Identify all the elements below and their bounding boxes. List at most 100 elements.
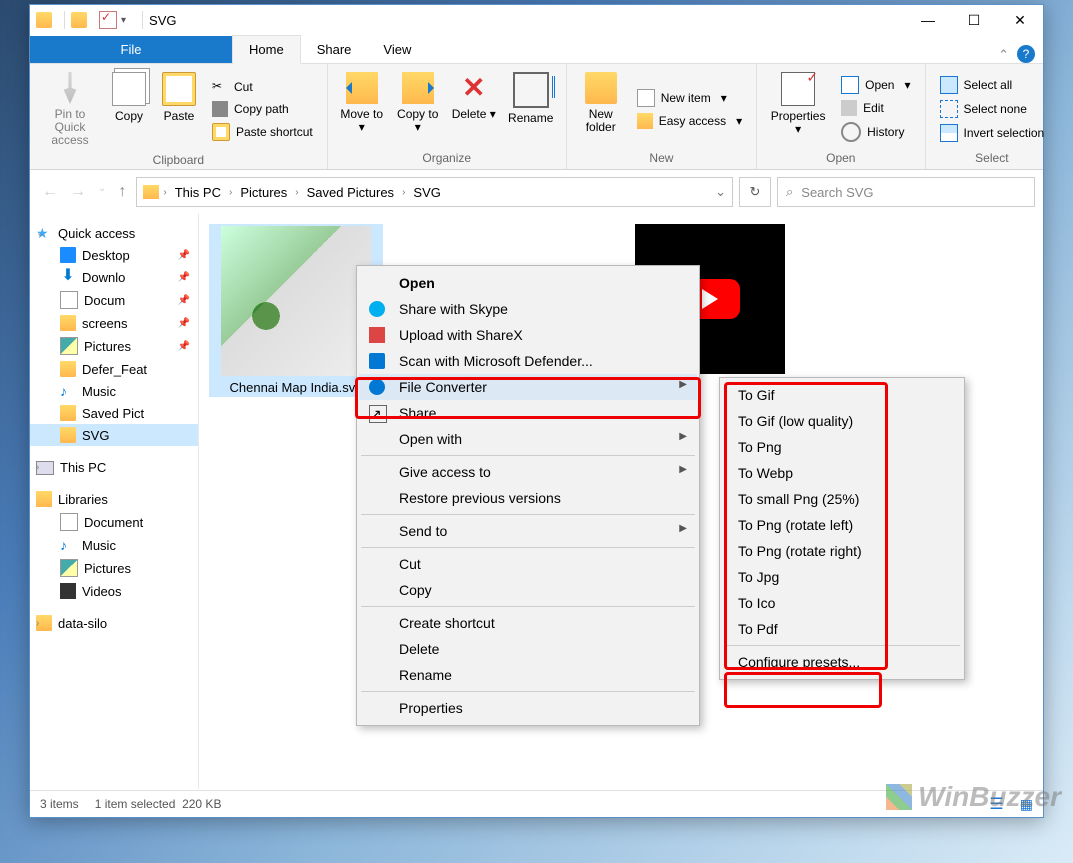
ctx-delete[interactable]: Delete (359, 636, 697, 662)
titlebar: ▾ SVG — ☐ ✕ (30, 5, 1043, 35)
sidebar-lib-music[interactable]: ♪Music (30, 534, 198, 556)
sidebar-item-documents[interactable]: Docum📌 (30, 288, 198, 312)
status-item-count: 3 items (40, 797, 79, 811)
converter-icon (369, 379, 385, 395)
help-button[interactable]: ? (1017, 45, 1035, 63)
ctx-give-access[interactable]: Give access to▶ (359, 459, 697, 485)
close-button[interactable]: ✕ (997, 5, 1043, 35)
chevron-right-icon: ▶ (679, 431, 687, 442)
qat-checkbox-icon[interactable] (99, 11, 117, 29)
copy-button[interactable]: Copy (106, 68, 152, 151)
sidebar-item-downloads[interactable]: ⬇Downlo📌 (30, 266, 198, 288)
separator (142, 11, 143, 29)
ctx-open-with[interactable]: Open with▶ (359, 426, 697, 452)
pin-icon: 📌 (178, 295, 190, 306)
chevron-right-icon: ▶ (679, 523, 687, 534)
nav-up-button[interactable]: ↑ (118, 183, 126, 201)
copy-path-button[interactable]: Copy path (206, 99, 319, 119)
pin-to-quick-access-button[interactable]: Pin to Quick access (38, 68, 102, 151)
collapse-ribbon-icon[interactable]: ⌃ (998, 47, 1009, 63)
ctx-create-shortcut[interactable]: Create shortcut (359, 610, 697, 636)
ctx-scan-defender[interactable]: Scan with Microsoft Defender... (359, 348, 697, 374)
new-folder-button[interactable]: New folder (575, 68, 627, 149)
sidebar-item-music[interactable]: ♪Music (30, 380, 198, 402)
invert-selection-button[interactable]: Invert selection (934, 122, 1051, 144)
easy-access-button[interactable]: Easy access ▾ (631, 111, 748, 131)
ctx-copy[interactable]: Copy (359, 577, 697, 603)
tab-home[interactable]: Home (232, 35, 301, 64)
select-all-button[interactable]: Select all (934, 74, 1051, 96)
sub-to-small-png[interactable]: To small Png (25%) (722, 486, 962, 512)
copy-to-button[interactable]: Copy to ▾ (392, 68, 444, 149)
nav-forward-button[interactable]: → (70, 183, 86, 201)
group-label: Select (934, 149, 1051, 167)
sidebar-item-screens[interactable]: screens📌 (30, 312, 198, 334)
properties-button[interactable]: Properties ▾ (765, 68, 831, 149)
ctx-share[interactable]: ↗Share (359, 400, 697, 426)
edit-button[interactable]: Edit (835, 98, 916, 118)
sidebar-item-svg[interactable]: SVG (30, 424, 198, 446)
breadcrumb-segment[interactable]: SVG (409, 185, 444, 200)
sidebar-lib-videos[interactable]: Videos (30, 580, 198, 602)
move-to-button[interactable]: Move to ▾ (336, 68, 388, 149)
status-selected: 1 item selected 220 KB (95, 797, 222, 811)
sidebar-item[interactable]: Saved Pict (30, 402, 198, 424)
tab-file[interactable]: File (30, 36, 232, 63)
select-none-button[interactable]: Select none (934, 98, 1051, 120)
sub-to-jpg[interactable]: To Jpg (722, 564, 962, 590)
sidebar-lib-pictures[interactable]: Pictures (30, 556, 198, 580)
sidebar-item[interactable]: ›data-silo (30, 612, 198, 634)
ctx-upload-sharex[interactable]: Upload with ShareX (359, 322, 697, 348)
ctx-send-to[interactable]: Send to▶ (359, 518, 697, 544)
qat-dropdown-icon[interactable]: ▾ (121, 15, 126, 26)
nav-recent-button[interactable]: ⌄ (98, 183, 106, 201)
paste-button[interactable]: Paste (156, 68, 202, 151)
ctx-restore-versions[interactable]: Restore previous versions (359, 485, 697, 511)
delete-button[interactable]: ✕Delete ▾ (448, 68, 500, 149)
breadcrumb-segment[interactable]: Saved Pictures (303, 185, 398, 200)
sub-to-gif-lq[interactable]: To Gif (low quality) (722, 408, 962, 434)
sub-to-png-rotright[interactable]: To Png (rotate right) (722, 538, 962, 564)
sub-to-pdf[interactable]: To Pdf (722, 616, 962, 642)
open-button[interactable]: Open ▾ (835, 74, 916, 96)
breadcrumb-segment[interactable]: Pictures (236, 185, 291, 200)
nav-back-button[interactable]: ← (42, 183, 58, 201)
navigation-pane: ⌄★Quick access Desktop📌 ⬇Downlo📌 Docum📌 … (30, 214, 199, 789)
breadcrumb-segment[interactable]: This PC (171, 185, 225, 200)
sidebar-item-desktop[interactable]: Desktop📌 (30, 244, 198, 266)
cut-button[interactable]: ✂Cut (206, 77, 319, 97)
breadcrumb[interactable]: › This PC› Pictures› Saved Pictures› SVG… (136, 177, 733, 207)
ctx-file-converter[interactable]: File Converter▶ (359, 374, 697, 400)
breadcrumb-dropdown[interactable]: ⌄ (715, 184, 726, 200)
sub-to-ico[interactable]: To Ico (722, 590, 962, 616)
sidebar-this-pc[interactable]: ›This PC (30, 456, 198, 478)
rename-button[interactable]: Rename (504, 68, 558, 149)
paste-shortcut-button[interactable]: Paste shortcut (206, 121, 319, 143)
sidebar-quick-access[interactable]: ⌄★Quick access (30, 222, 198, 244)
sidebar-item[interactable]: Defer_Feat (30, 358, 198, 380)
maximize-button[interactable]: ☐ (951, 5, 997, 35)
refresh-button[interactable]: ↻ (739, 177, 771, 207)
sub-configure-presets[interactable]: Configure presets... (722, 649, 962, 675)
search-box[interactable]: ⌕ Search SVG (777, 177, 1035, 207)
sidebar-lib-documents[interactable]: Document (30, 510, 198, 534)
tab-share[interactable]: Share (301, 36, 368, 63)
sub-to-png-rotleft[interactable]: To Png (rotate left) (722, 512, 962, 538)
new-item-button[interactable]: New item ▾ (631, 87, 748, 109)
history-button[interactable]: History (835, 120, 916, 144)
group-select: Select all Select none Invert selection … (926, 64, 1059, 169)
sub-to-webp[interactable]: To Webp (722, 460, 962, 486)
tab-view[interactable]: View (367, 36, 427, 63)
sidebar-item-pictures[interactable]: Pictures📌 (30, 334, 198, 358)
sub-to-png[interactable]: To Png (722, 434, 962, 460)
ctx-share-skype[interactable]: Share with Skype (359, 296, 697, 322)
ctx-open[interactable]: Open (359, 270, 697, 296)
ctx-rename[interactable]: Rename (359, 662, 697, 688)
ctx-properties[interactable]: Properties (359, 695, 697, 721)
window-title: SVG (149, 13, 905, 28)
ctx-cut[interactable]: Cut (359, 551, 697, 577)
sub-to-gif[interactable]: To Gif (722, 382, 962, 408)
sidebar-libraries[interactable]: ⌄Libraries (30, 488, 198, 510)
minimize-button[interactable]: — (905, 5, 951, 35)
group-label: Organize (336, 149, 558, 167)
